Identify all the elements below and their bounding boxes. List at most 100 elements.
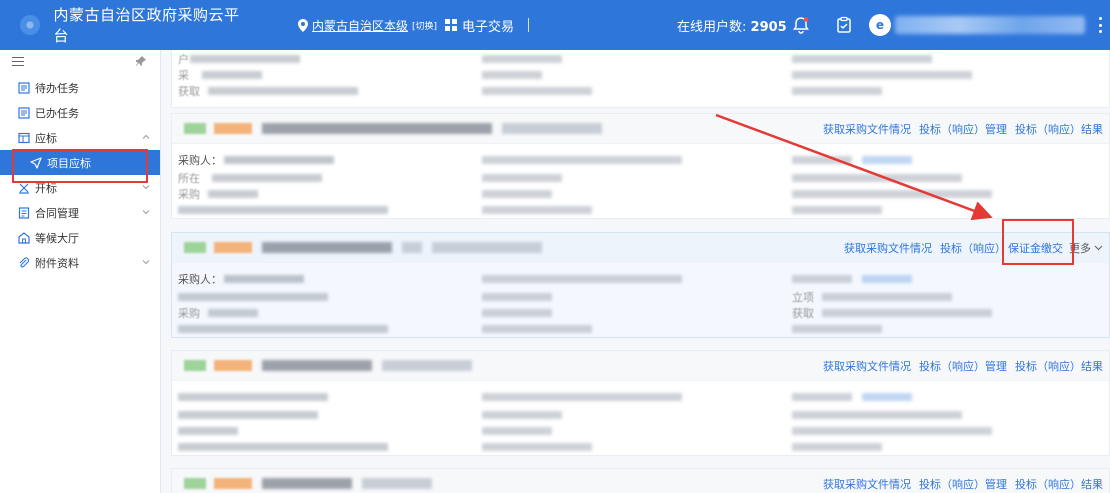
project-title-redacted[interactable] (262, 478, 352, 489)
get-docs-link[interactable]: 获取采购文件情况 (823, 358, 911, 374)
sidebar-item-contract-management[interactable]: 合同管理 (0, 200, 160, 225)
online-users-count: 2905 (750, 19, 787, 35)
sidebar-item-label: 附件资料 (35, 256, 79, 270)
project-title-redacted[interactable] (262, 242, 392, 253)
apps-grid-icon (445, 19, 458, 31)
bid-manage-link[interactable]: 投标（响应）管理 (919, 358, 1007, 374)
redacted-text (792, 87, 882, 95)
platform-logo-icon (20, 15, 40, 35)
redacted-text (482, 427, 552, 435)
user-name-redacted[interactable] (895, 16, 1085, 34)
sidebar-item-project-bidding[interactable]: 项目应标 (0, 150, 160, 175)
project-card-selected: 获取采购文件情况 投标（响应） 保证金缴交 更多 采购人： 采购 立项 获取 (171, 232, 1110, 338)
region-switcher[interactable]: 内蒙古自治区本级 [切换] (298, 17, 437, 34)
redacted-text (178, 206, 388, 214)
top-navbar: 内蒙古自治区政府采购云平台 内蒙古自治区本级 [切换] 电子交易 在线用户数: … (0, 0, 1110, 50)
chevron-down-icon (142, 260, 150, 265)
menu-toggle-icon[interactable] (12, 56, 24, 66)
sidebar-item-bidding[interactable]: 应标 (0, 125, 160, 150)
bid-result-link[interactable]: 投标（响应）结果 (1015, 121, 1103, 137)
status-tag (184, 478, 206, 489)
redacted-text (792, 411, 962, 419)
redacted-text (482, 87, 592, 95)
redacted-text (822, 309, 992, 317)
sidebar-item-label: 项目应标 (47, 156, 91, 170)
chevron-down-icon (1094, 245, 1103, 251)
redacted-link (862, 393, 912, 401)
send-icon (30, 156, 42, 169)
redacted-text (792, 190, 992, 198)
bid-result-link[interactable]: 投标（响应）结果 (1015, 476, 1103, 492)
project-card-header: 获取采购文件情况 投标（响应） 保证金缴交 更多 (172, 233, 1109, 263)
deposit-payment-link[interactable]: 保证金缴交 (1008, 240, 1063, 256)
card-actions: 获取采购文件情况 投标（响应）管理 投标（响应）结果 (815, 114, 1103, 144)
project-card-header: 获取采购文件情况 投标（响应）管理 投标（响应）结果 (172, 469, 1109, 493)
redacted-text (178, 427, 238, 435)
brand[interactable]: 内蒙古自治区政府采购云平台 (0, 4, 250, 46)
more-dropdown[interactable]: 更多 (1069, 240, 1103, 256)
project-code-redacted (402, 242, 422, 253)
redacted-text (792, 55, 932, 63)
project-card-body: 采购人： 采购 立项 获取 (172, 263, 1109, 337)
completed-tasks-icon (18, 106, 30, 119)
redacted-text (482, 325, 592, 333)
task-clipboard-icon[interactable] (835, 16, 853, 34)
user-avatar[interactable]: e (869, 14, 891, 36)
redacted-link (862, 275, 912, 283)
get-docs-link[interactable]: 获取采购文件情况 (844, 240, 932, 256)
redacted-text (482, 55, 562, 63)
project-title-redacted[interactable] (262, 123, 492, 134)
bid-manage-link[interactable]: 投标（响应）管理 (919, 476, 1007, 492)
field-label: 获取 (178, 85, 200, 98)
redacted-text (792, 443, 882, 451)
electronic-trade-menu[interactable]: 电子交易 (445, 16, 514, 35)
notification-bell-icon[interactable] (792, 16, 810, 34)
sidebar-item-attachments[interactable]: 附件资料 (0, 250, 160, 275)
redacted-text (208, 190, 258, 198)
sidebar-item-label: 已办任务 (35, 106, 79, 120)
redacted-text (202, 71, 262, 79)
redacted-text (822, 293, 952, 301)
redacted-text (792, 156, 852, 164)
project-card-body: 户 采 获取 (172, 50, 1109, 107)
redacted-text (792, 325, 882, 333)
redacted-text (178, 325, 388, 333)
type-tag (214, 360, 252, 371)
region-switch-link[interactable]: [切换] (412, 19, 437, 32)
bid-result-link[interactable]: 投标（响应）结果 (1015, 358, 1103, 374)
sidebar-item-label: 等候大厅 (35, 231, 79, 245)
project-title-redacted[interactable] (262, 360, 372, 371)
redacted-text (482, 190, 552, 198)
status-tag (184, 360, 206, 371)
redacted-text (482, 71, 542, 79)
card-actions: 获取采购文件情况 投标（响应） 保证金缴交 更多 (836, 233, 1103, 263)
project-card: 户 采 获取 (171, 50, 1110, 108)
redacted-text (792, 71, 972, 79)
sidebar-item-pending-tasks[interactable]: 待办任务 (0, 75, 160, 100)
status-tag (184, 242, 206, 253)
project-code-redacted (382, 360, 472, 371)
redacted-text (482, 156, 682, 164)
get-docs-link[interactable]: 获取采购文件情况 (823, 476, 911, 492)
sidebar: 待办任务 已办任务 应标 项目应标 开标 合同管理 等候大厅 附件资料 (0, 50, 161, 493)
sidebar-item-waiting-hall[interactable]: 等候大厅 (0, 225, 160, 250)
more-vertical-icon[interactable] (1098, 17, 1102, 33)
purchaser-label: 采购人： (178, 154, 222, 167)
bid-link[interactable]: 投标（响应） (940, 240, 1006, 256)
sidebar-item-completed-tasks[interactable]: 已办任务 (0, 100, 160, 125)
hall-icon (18, 231, 30, 244)
redacted-text (190, 55, 300, 63)
bid-manage-link[interactable]: 投标（响应）管理 (919, 121, 1007, 137)
online-users-label: 在线用户数: (677, 19, 747, 35)
bid-opening-icon (19, 183, 29, 194)
online-users: 在线用户数: 2905 (677, 16, 787, 35)
app-title: 内蒙古自治区政府采购云平台 (53, 6, 240, 45)
pin-icon[interactable] (136, 56, 146, 66)
field-label: 采购 (178, 188, 200, 201)
header-divider (528, 18, 530, 32)
get-docs-link[interactable]: 获取采购文件情况 (823, 121, 911, 137)
card-actions: 获取采购文件情况 投标（响应）管理 投标（响应）结果 (815, 351, 1103, 381)
sidebar-item-bid-opening[interactable]: 开标 (0, 175, 160, 200)
contract-icon (18, 206, 30, 219)
redacted-text (208, 309, 258, 317)
